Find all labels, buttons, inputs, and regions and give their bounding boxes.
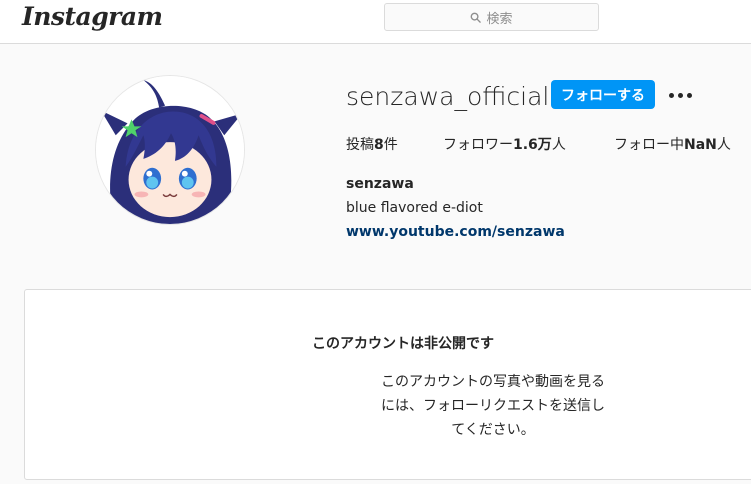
more-options-icon[interactable] <box>668 85 692 105</box>
posts-label: 投稿 <box>346 137 374 153</box>
private-account-notice: このアカウントは非公開です このアカウントの写真や動画を見る には、フォローリク… <box>24 289 751 480</box>
posts-value: 8 <box>374 137 384 153</box>
following-unit: 人 <box>716 137 731 153</box>
private-notice-line: には、フォローリクエストを送信し <box>381 398 605 414</box>
search-input[interactable]: 検索 <box>384 3 599 31</box>
instagram-logo[interactable]: Instagram <box>22 2 163 31</box>
dot <box>668 92 674 98</box>
top-navigation-bar: Instagram 検索 <box>0 0 751 44</box>
posts-count: 投稿8件 <box>346 134 398 154</box>
following-label: フォロー中 <box>614 137 684 153</box>
private-notice-line: このアカウントの写真や動画を見る <box>381 374 605 390</box>
followers-value: 1.6万 <box>513 137 552 153</box>
profile-website-link[interactable]: www.youtube.com/senzawa <box>346 224 565 240</box>
posts-unit: 件 <box>383 137 398 153</box>
followers-label: フォロワー <box>443 137 513 153</box>
dot <box>677 92 683 98</box>
dot <box>686 92 692 98</box>
profile-username: senzawa_official <box>346 82 550 111</box>
following-value: NaN <box>684 137 717 153</box>
following-count[interactable]: フォロー中NaN人 <box>614 134 731 154</box>
followers-unit: 人 <box>551 137 566 153</box>
avatar-illustration <box>96 76 244 224</box>
search-placeholder: 検索 <box>486 11 513 27</box>
profile-avatar[interactable] <box>95 75 245 225</box>
private-notice-title: このアカウントは非公開です <box>312 336 494 352</box>
followers-count[interactable]: フォロワー1.6万人 <box>443 134 566 154</box>
search-icon <box>471 12 482 23</box>
profile-bio: blue flavored e-diot <box>346 200 483 216</box>
private-notice-description: このアカウントの写真や動画を見る には、フォローリクエストを送信し てください。 <box>377 370 609 442</box>
profile-full-name: senzawa <box>346 176 414 192</box>
private-notice-line: てください。 <box>451 422 535 438</box>
follow-button[interactable]: フォローする <box>551 80 655 109</box>
